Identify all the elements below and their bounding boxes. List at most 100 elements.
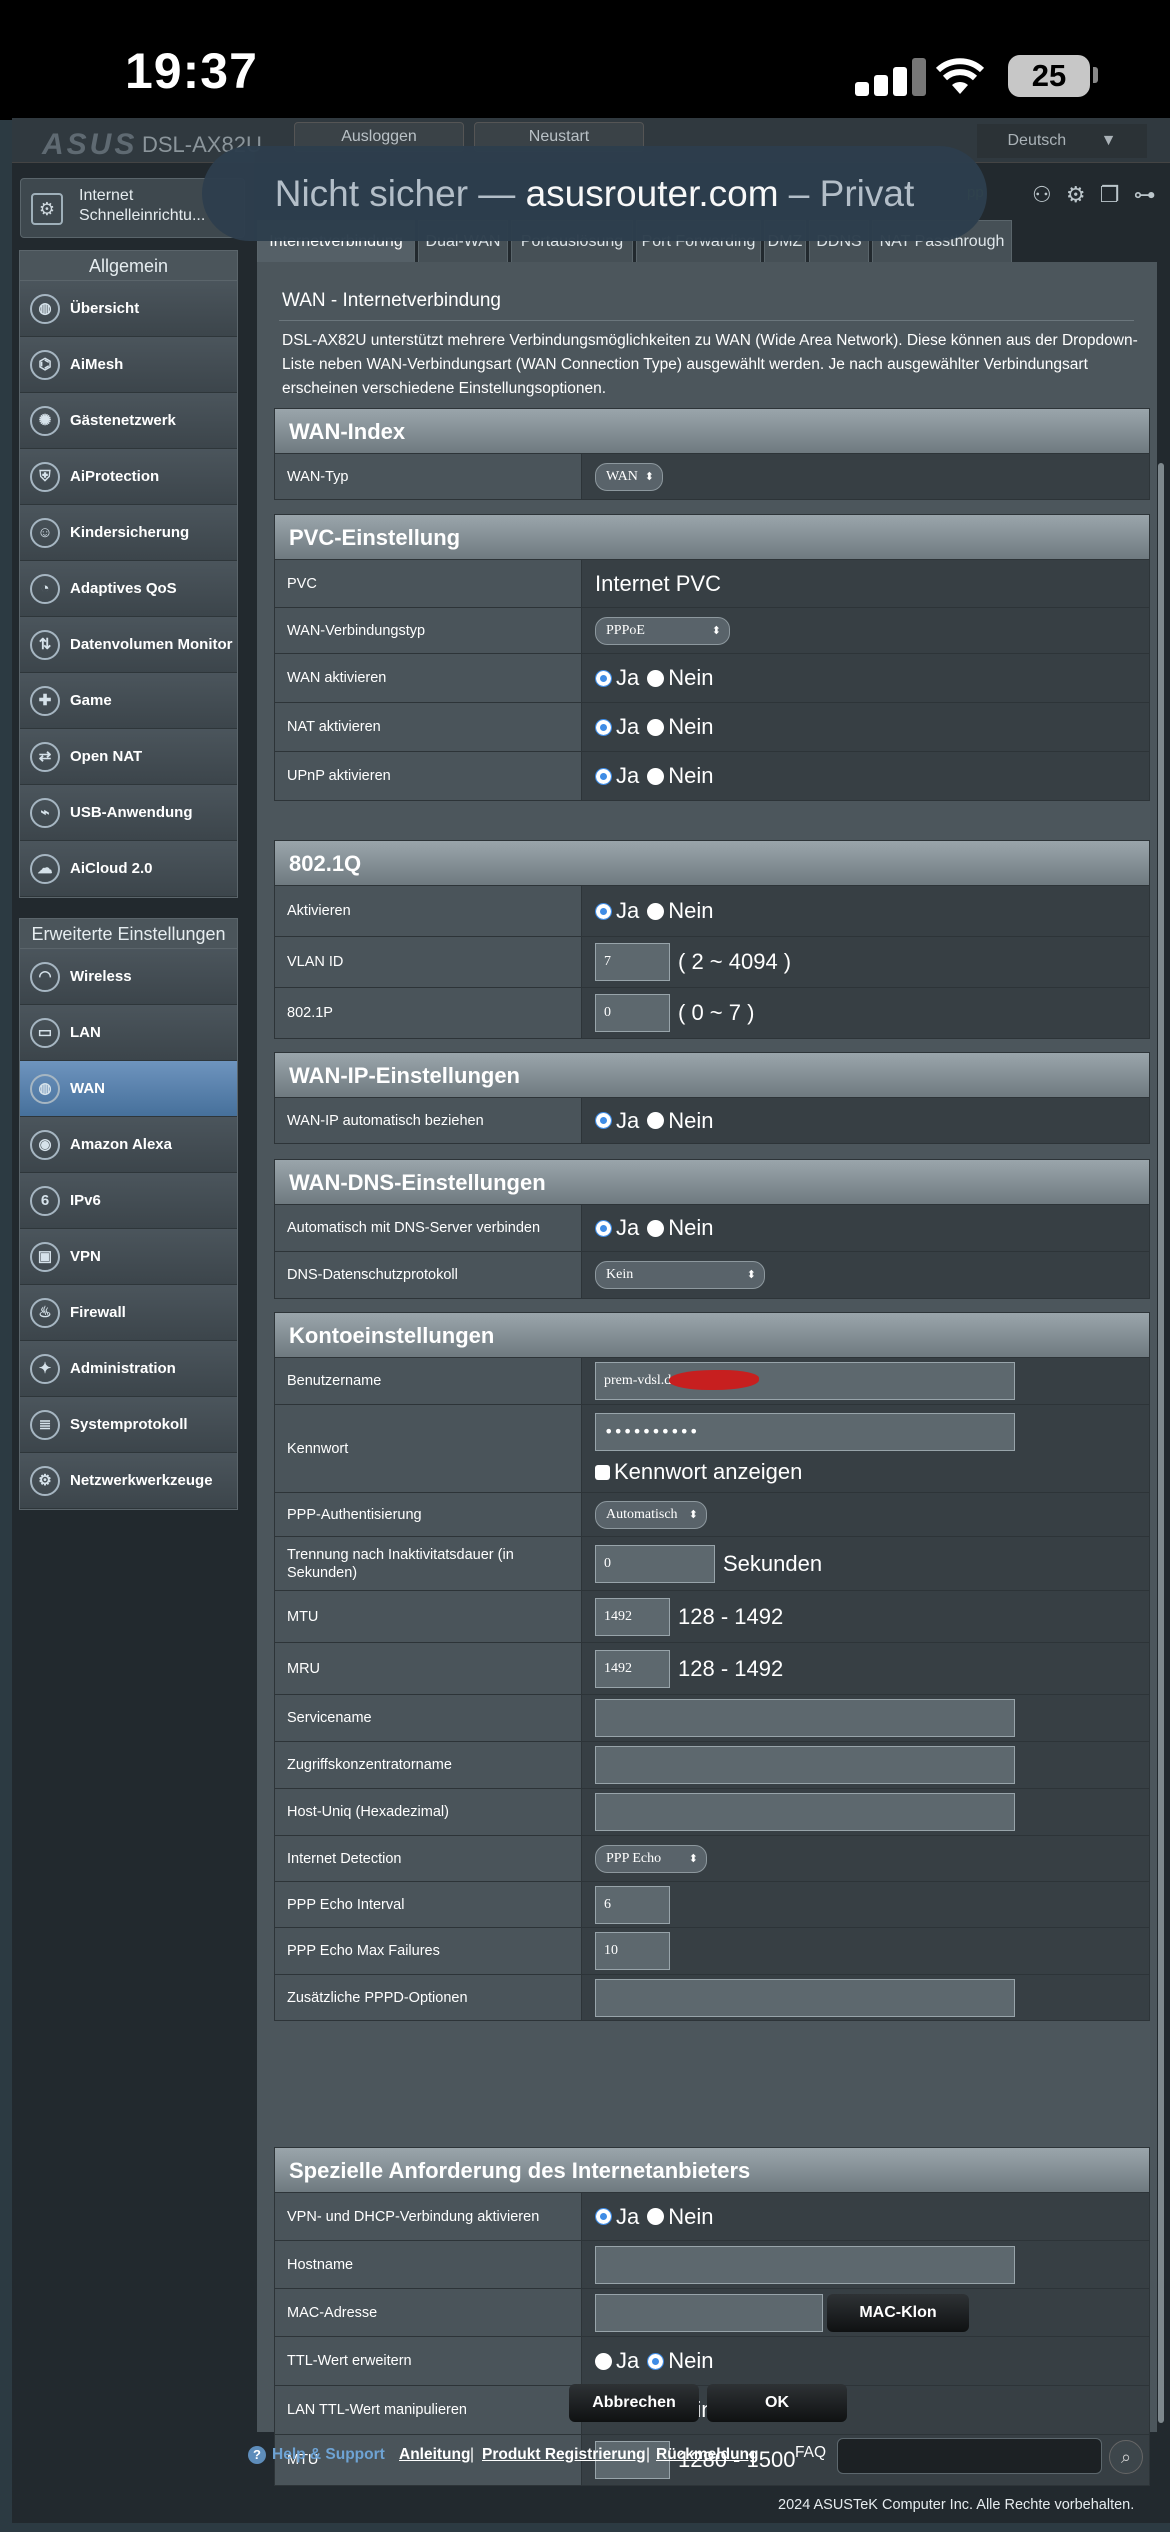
manual-link[interactable]: Anleitung (399, 2446, 470, 2464)
conn-type-select[interactable]: PPPoE ⬍ (595, 616, 730, 645)
safari-address-bar[interactable]: Nicht sicher — asusrouter.com – Privat (202, 146, 987, 241)
mtu-input[interactable]: 1492 (595, 1597, 670, 1636)
pvc-value: Internet PVC (582, 560, 1149, 607)
sidebar-item-adaptives-qos[interactable]: ◔ Adaptives QoS (20, 561, 237, 617)
sidebar-item-netzwerkwerkzeuge[interactable]: ⚙ Netzwerkwerkzeuge (20, 1453, 237, 1509)
footer-separator: | (646, 2446, 651, 2463)
ttl-no-radio[interactable] (647, 2352, 665, 2370)
nat-enable-no-radio[interactable] (647, 718, 665, 736)
vpn-dhcp-no-radio[interactable] (647, 2208, 665, 2225)
sidebar-item-label: Firewall (70, 1304, 126, 1321)
section-wan-index: WAN-Index WAN-Typ WAN ⬍ (274, 408, 1150, 500)
vlan-range: ( 2 ~ 4094 ) (678, 949, 792, 974)
echo-fail-input[interactable]: 10 (595, 1932, 670, 1970)
cancel-button[interactable]: Abbrechen (569, 2384, 699, 2422)
mac-clone-button[interactable]: MAC-Klon (827, 2293, 969, 2332)
sidebar-item-label: Administration (70, 1360, 176, 1377)
dns-auto-yes-radio[interactable] (595, 1219, 612, 1237)
wan-ip-auto-yes-radio[interactable] (595, 1112, 612, 1129)
wan-enable-no-radio[interactable] (647, 669, 665, 687)
feedback-link[interactable]: Rückmeldung (656, 2446, 758, 2464)
radio-no-label: Nein (668, 763, 714, 788)
scrollbar[interactable] (1158, 463, 1164, 2423)
mac-input[interactable] (595, 2293, 823, 2332)
section-title: PVC-Einstellung (274, 514, 1150, 560)
upnp-enable-yes-radio[interactable] (595, 767, 612, 785)
sidebar-item-open-nat[interactable]: ⇄ Open NAT (20, 729, 237, 785)
upnp-enable-no-radio[interactable] (647, 767, 665, 785)
dns-privacy-select[interactable]: Kein ⬍ (595, 1261, 765, 1289)
user-icon[interactable]: ⚇ (1032, 182, 1052, 207)
section-wan-ip: WAN-IP-Einstellungen WAN-IP automatisch … (274, 1052, 1150, 1144)
toolbar-icons: ⚇ ⚙ ❐ ⊶ (1032, 182, 1156, 208)
sidebar-item-vpn[interactable]: ▣ VPN (20, 1229, 237, 1285)
settings-icon[interactable]: ⚙ (1066, 182, 1086, 207)
sidebar-item-label: IPv6 (70, 1192, 101, 1209)
username-input[interactable]: prem-vdsl.de/ (595, 1362, 1015, 1400)
service-input[interactable] (595, 1699, 1015, 1737)
sidebar-item-aicloud-2-0[interactable]: ☁ AiCloud 2.0 (20, 841, 237, 897)
8021q-no-radio[interactable] (647, 902, 665, 920)
copyright: 2024 ASUSTeK Computer Inc. Alle Rechte v… (778, 2497, 1135, 2513)
sidebar-item-aimesh[interactable]: ⌬ AiMesh (20, 337, 237, 393)
admin-icon: ✦ (30, 1354, 60, 1384)
8021p-input[interactable]: 0 (595, 994, 670, 1032)
chevron-updown-icon: ⬍ (688, 1508, 698, 1521)
row-wan-type: WAN-Typ WAN ⬍ (274, 454, 1150, 500)
radio-no-label: Nein (668, 1215, 714, 1240)
copy-icon[interactable]: ❐ (1100, 182, 1120, 207)
wan-type-select[interactable]: WAN ⬍ (595, 462, 663, 491)
faq-search-input[interactable] (837, 2438, 1102, 2474)
sidebar-item-kindersicherung[interactable]: ☺ Kindersicherung (20, 505, 237, 561)
8021q-yes-radio[interactable] (595, 902, 612, 920)
sidebar-item-amazon-alexa[interactable]: ◉ Amazon Alexa (20, 1117, 237, 1173)
password-input[interactable]: •••••••••• (595, 1412, 1015, 1451)
dns-auto-no-radio[interactable] (647, 1219, 665, 1237)
echo-interval-input[interactable]: 6 (595, 1885, 670, 1924)
pppd-input[interactable] (595, 1978, 1015, 2017)
row-8021p: 802.1P 0 ( 0 ~ 7 ) (274, 988, 1150, 1039)
show-password-checkbox[interactable] (595, 1464, 610, 1480)
status-time: 19:37 (125, 43, 258, 99)
registration-link[interactable]: Produkt Registrierung (482, 2446, 646, 2464)
page-title: WAN - Internetverbindung (282, 290, 501, 311)
asus-logo: ASUS (42, 128, 138, 161)
sidebar-item-gästenetzwerk[interactable]: ✺ Gästenetzwerk (20, 393, 237, 449)
ttl-label: TTL-Wert erweitern (275, 2337, 582, 2385)
pppd-label: Zusätzliche PPPD-Optionen (275, 1975, 582, 2020)
search-icon[interactable]: ⌕ (1109, 2440, 1143, 2474)
nat-enable-yes-radio[interactable] (595, 718, 612, 736)
sidebar-item-systemprotokoll[interactable]: ≣ Systemprotokoll (20, 1397, 237, 1453)
row-detect: Internet Detection PPP Echo ⬍ (274, 1836, 1150, 1882)
idle-input[interactable]: 0 (595, 1544, 715, 1583)
sidebar-item-lan[interactable]: ▭ LAN (20, 1005, 237, 1061)
language-select[interactable]: Deutsch ▼ (977, 124, 1147, 158)
sidebar-item-übersicht[interactable]: ◍ Übersicht (20, 281, 237, 337)
detect-select[interactable]: PPP Echo ⬍ (595, 1844, 707, 1873)
auth-value: Automatisch (606, 1506, 678, 1522)
ok-button[interactable]: OK (707, 2384, 847, 2422)
help-support-link[interactable]: Help & Support (272, 2446, 385, 2464)
sidebar-item-usb-anwendung[interactable]: ⌁ USB-Anwendung (20, 785, 237, 841)
ac-input[interactable] (595, 1746, 1015, 1784)
wan-ip-auto-no-radio[interactable] (647, 1112, 665, 1129)
sidebar-item-wan[interactable]: ◍ WAN (20, 1061, 237, 1117)
vlan-id-input[interactable]: 7 (595, 943, 670, 981)
sidebar-item-firewall[interactable]: ♨ Firewall (20, 1285, 237, 1341)
sidebar-item-wireless[interactable]: ◠ Wireless (20, 949, 237, 1005)
network-icon[interactable]: ⊶ (1134, 182, 1156, 207)
hostuniq-input[interactable] (595, 1793, 1015, 1831)
auth-select[interactable]: Automatisch ⬍ (595, 1500, 707, 1529)
sidebar-item-administration[interactable]: ✦ Administration (20, 1341, 237, 1397)
hostname-input[interactable] (595, 2245, 1015, 2284)
sidebar-item-ipv6[interactable]: 6 IPv6 (20, 1173, 237, 1229)
sidebar-item-game[interactable]: ✚ Game (20, 673, 237, 729)
wan-enable-yes-radio[interactable] (595, 669, 612, 687)
vpn-dhcp-yes-radio[interactable] (595, 2208, 612, 2225)
mru-input[interactable]: 1492 (595, 1649, 670, 1688)
mesh-icon: ⌬ (30, 350, 60, 380)
sidebar-item-aiprotection[interactable]: ⛨ AiProtection (20, 449, 237, 505)
ttl-yes-radio[interactable] (595, 2352, 612, 2370)
sidebar-item-label: Amazon Alexa (70, 1136, 172, 1153)
sidebar-item-datenvolumen-monitor[interactable]: ⇅ Datenvolumen Monitor (20, 617, 237, 673)
